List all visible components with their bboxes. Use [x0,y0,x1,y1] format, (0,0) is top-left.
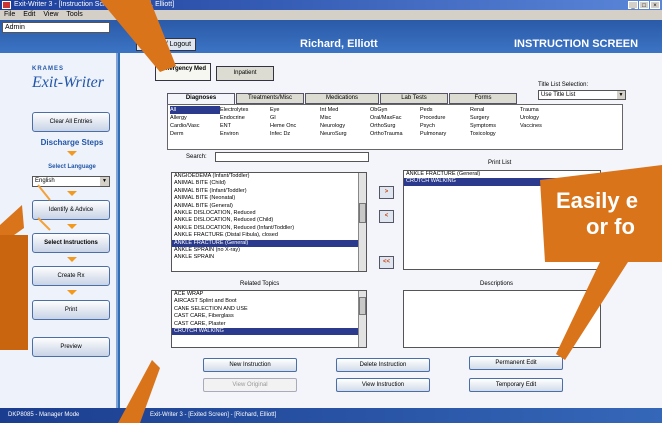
callout-pointer-bottom [118,360,160,423]
callout-line-1: Easily e [556,188,638,213]
callout-line-2: or fo [586,214,635,239]
callout-check-icon [37,217,51,231]
callout-pointer-right [556,262,628,360]
callout-panel-left [0,235,28,350]
callout-pointer-top [100,0,176,72]
callout-check-icon [37,184,51,201]
